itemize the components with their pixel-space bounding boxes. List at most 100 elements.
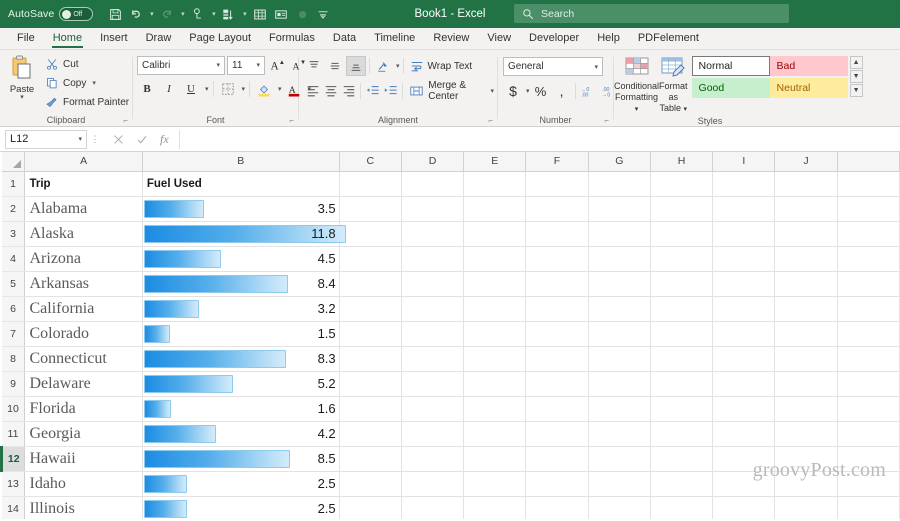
cell-j13[interactable] [774,471,838,497]
cell-a8[interactable]: Connecticut [24,346,143,372]
cell-g12[interactable] [588,446,651,472]
cell-g8[interactable] [588,346,651,372]
cell-c8[interactable] [339,346,402,372]
tab-file[interactable]: File [8,28,44,49]
column-header-d[interactable]: D [401,152,465,172]
column-header-c[interactable]: C [339,152,402,172]
cell-e7[interactable] [463,321,527,347]
cell-b13[interactable]: 2.5 [142,471,340,497]
cell-a12[interactable]: Hawaii [24,446,143,472]
tab-formulas[interactable]: Formulas [260,28,324,49]
cell-a6[interactable]: California [24,296,143,322]
cell-e13[interactable] [463,471,527,497]
merge-center-button[interactable]: Merge & Center ▾ [406,80,497,102]
touch-mode-dropdown-icon[interactable]: ▾ [209,3,218,25]
row-header-10[interactable]: 10 [1,396,26,422]
cell-f12[interactable] [525,446,589,472]
cell-h12[interactable] [650,446,714,472]
cell-c2[interactable] [339,196,402,222]
cell-e12[interactable] [463,446,527,472]
cell-i8[interactable] [712,346,776,372]
cell-b6[interactable]: 3.2 [142,296,340,322]
cell-f5[interactable] [525,271,589,297]
underline-button[interactable]: U [181,79,201,99]
cell-i10[interactable] [712,396,776,422]
tab-page-layout[interactable]: Page Layout [180,28,260,49]
autosave-toggle[interactable]: Off [59,7,94,21]
cell-b11[interactable]: 4.2 [142,421,340,447]
currency-button[interactable]: $ [503,81,523,101]
sort-filter-dropdown-icon[interactable]: ▾ [240,3,249,25]
cell-b5[interactable]: 8.4 [142,271,340,297]
row-header-13[interactable]: 13 [1,471,26,497]
column-header-j[interactable]: J [774,152,838,172]
cell-k10[interactable] [837,396,900,422]
cell-e1[interactable] [463,171,527,197]
cell-f14[interactable] [525,496,589,519]
cell-f7[interactable] [525,321,589,347]
borders-button[interactable] [218,79,238,99]
cell-b2[interactable]: 3.5 [142,196,340,222]
scroll-down-icon[interactable]: ▼ [849,70,863,83]
customize-qat-icon[interactable] [313,3,333,25]
merge-center-dropdown-icon[interactable]: ▾ [491,87,495,95]
font-size-dropdown-icon[interactable]: ▾ [256,61,260,69]
cell-d13[interactable] [401,471,465,497]
borders-dropdown-icon[interactable]: ▾ [242,85,246,93]
number-format-dropdown-icon[interactable]: ▾ [594,63,598,71]
cell-g1[interactable] [588,171,651,197]
cell-b14[interactable]: 2.5 [142,496,340,519]
cell-f11[interactable] [525,421,589,447]
cell-d10[interactable] [401,396,465,422]
cell-j3[interactable] [774,221,838,247]
cell-k6[interactable] [837,296,900,322]
cell-b8[interactable]: 8.3 [142,346,340,372]
autosave-control[interactable]: AutoSave Off [8,7,94,21]
cell-f3[interactable] [525,221,589,247]
cell-h3[interactable] [650,221,714,247]
cell-i6[interactable] [712,296,776,322]
cell-d7[interactable] [401,321,465,347]
cell-j11[interactable] [774,421,838,447]
align-left-button[interactable] [304,81,321,101]
cell-b4[interactable]: 4.5 [142,246,340,272]
cell-h13[interactable] [650,471,714,497]
italic-button[interactable]: I [159,79,179,99]
cell-j12[interactable] [774,446,838,472]
cell-k13[interactable] [837,471,900,497]
cell-f9[interactable] [525,371,589,397]
cut-button[interactable]: Cut [44,55,129,73]
copy-dropdown-icon[interactable]: ▾ [92,79,96,87]
select-all-corner[interactable] [1,152,26,172]
cell-j14[interactable] [774,496,838,519]
cell-c11[interactable] [339,421,402,447]
cell-h6[interactable] [650,296,714,322]
bold-button[interactable]: B [137,79,157,99]
cell-a7[interactable]: Colorado [24,321,143,347]
column-header-a[interactable]: A [24,152,143,172]
cell-e8[interactable] [463,346,527,372]
column-header-f[interactable]: F [525,152,589,172]
cell-h7[interactable] [650,321,714,347]
cell-d12[interactable] [401,446,465,472]
align-bottom-button[interactable] [346,56,366,76]
row-header-4[interactable]: 4 [1,246,26,272]
cell-d4[interactable] [401,246,465,272]
font-name-dropdown-icon[interactable]: ▾ [216,61,220,69]
cell-e10[interactable] [463,396,527,422]
cell-a10[interactable]: Florida [24,396,143,422]
cell-f2[interactable] [525,196,589,222]
tab-insert[interactable]: Insert [91,28,137,49]
chevron-down-icon[interactable]: ▾ [635,106,639,113]
tab-data[interactable]: Data [324,28,365,49]
row-header-9[interactable]: 9 [1,371,26,397]
cell-e9[interactable] [463,371,527,397]
column-header-b[interactable]: B [142,152,340,172]
cell-i9[interactable] [712,371,776,397]
row-header-5[interactable]: 5 [1,271,26,297]
cell-g6[interactable] [588,296,651,322]
cell-j7[interactable] [774,321,838,347]
cell-j1[interactable] [774,171,838,197]
conditional-formatting-button[interactable]: Conditional Formatting ▾ [614,53,659,115]
row-header-11[interactable]: 11 [1,421,26,447]
